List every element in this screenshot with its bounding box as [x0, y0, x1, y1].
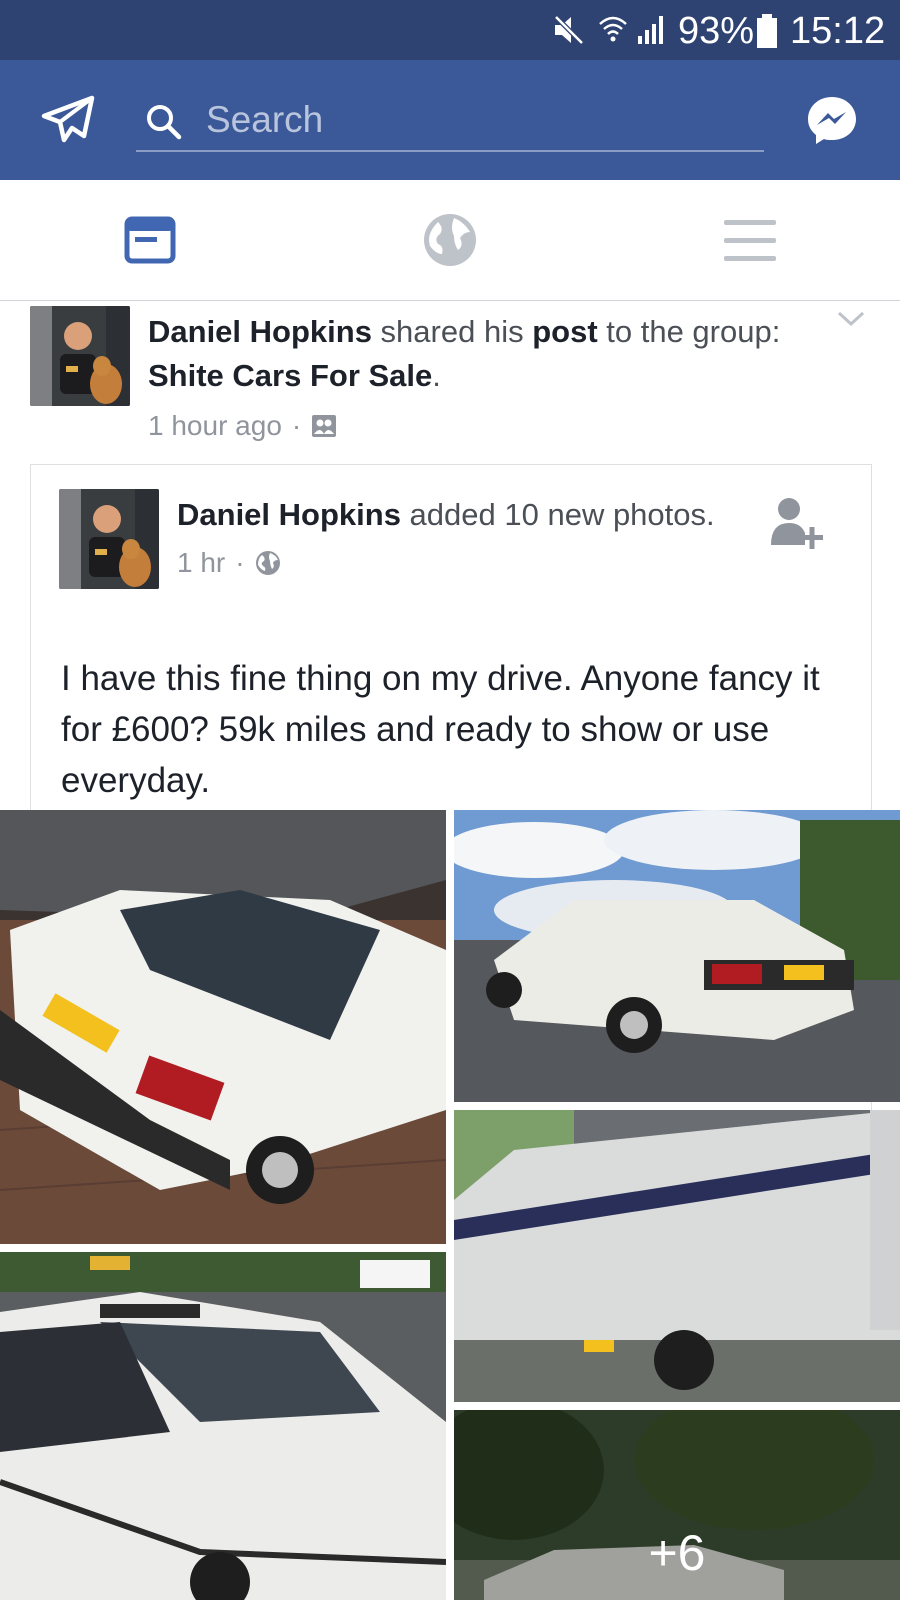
photo-1[interactable] [0, 810, 446, 1244]
shared-timestamp[interactable]: 1 hr [177, 541, 225, 585]
avatar[interactable] [30, 306, 130, 406]
story-timestamp[interactable]: 1 hour ago [148, 404, 282, 448]
story-meta: 1 hour ago · [148, 404, 788, 448]
tab-menu[interactable] [720, 210, 780, 270]
battery-icon [757, 14, 777, 48]
search-icon [147, 105, 182, 140]
post-body-text: I have this fine thing on my drive. Anyo… [61, 659, 820, 800]
clock: 15:12 [790, 10, 886, 52]
photo-4[interactable] [0, 1252, 446, 1600]
app-bar [0, 60, 900, 180]
post-link[interactable]: post [532, 314, 597, 349]
search-input[interactable] [204, 94, 748, 146]
tab-news-feed[interactable] [120, 210, 180, 270]
globe-icon [255, 551, 280, 575]
tab-bar [0, 180, 900, 301]
feed-post: Daniel Hopkins shared his post to the gr… [0, 300, 900, 1600]
shared-meta: 1 hr · [177, 541, 737, 585]
tab-notifications-globe[interactable] [420, 210, 480, 270]
shared-avatar[interactable] [59, 489, 159, 589]
group-privacy-icon [312, 415, 337, 437]
group-name[interactable]: Shite Cars For Sale [148, 358, 432, 393]
wifi-icon [599, 16, 627, 42]
more-photos-count[interactable]: +6 [454, 1524, 900, 1582]
author-name[interactable]: Daniel Hopkins [148, 314, 372, 349]
battery-percent: 93% [678, 10, 755, 52]
mute-icon [554, 15, 584, 45]
shared-header: Daniel Hopkins added 10 new photos. 1 hr… [177, 493, 737, 585]
messenger-icon[interactable] [806, 94, 858, 146]
status-bar: 93% 15:12 [0, 0, 900, 60]
chevron-down-icon[interactable] [836, 308, 866, 330]
signal-icon [638, 16, 663, 44]
search-bar[interactable] [136, 90, 764, 152]
shared-author-name[interactable]: Daniel Hopkins [177, 497, 401, 532]
photo-3[interactable] [454, 1110, 900, 1402]
photo-2[interactable] [454, 810, 900, 1102]
paper-plane-icon[interactable] [40, 94, 96, 146]
add-friend-icon[interactable] [767, 495, 827, 557]
story-header: Daniel Hopkins shared his post to the gr… [148, 310, 788, 448]
